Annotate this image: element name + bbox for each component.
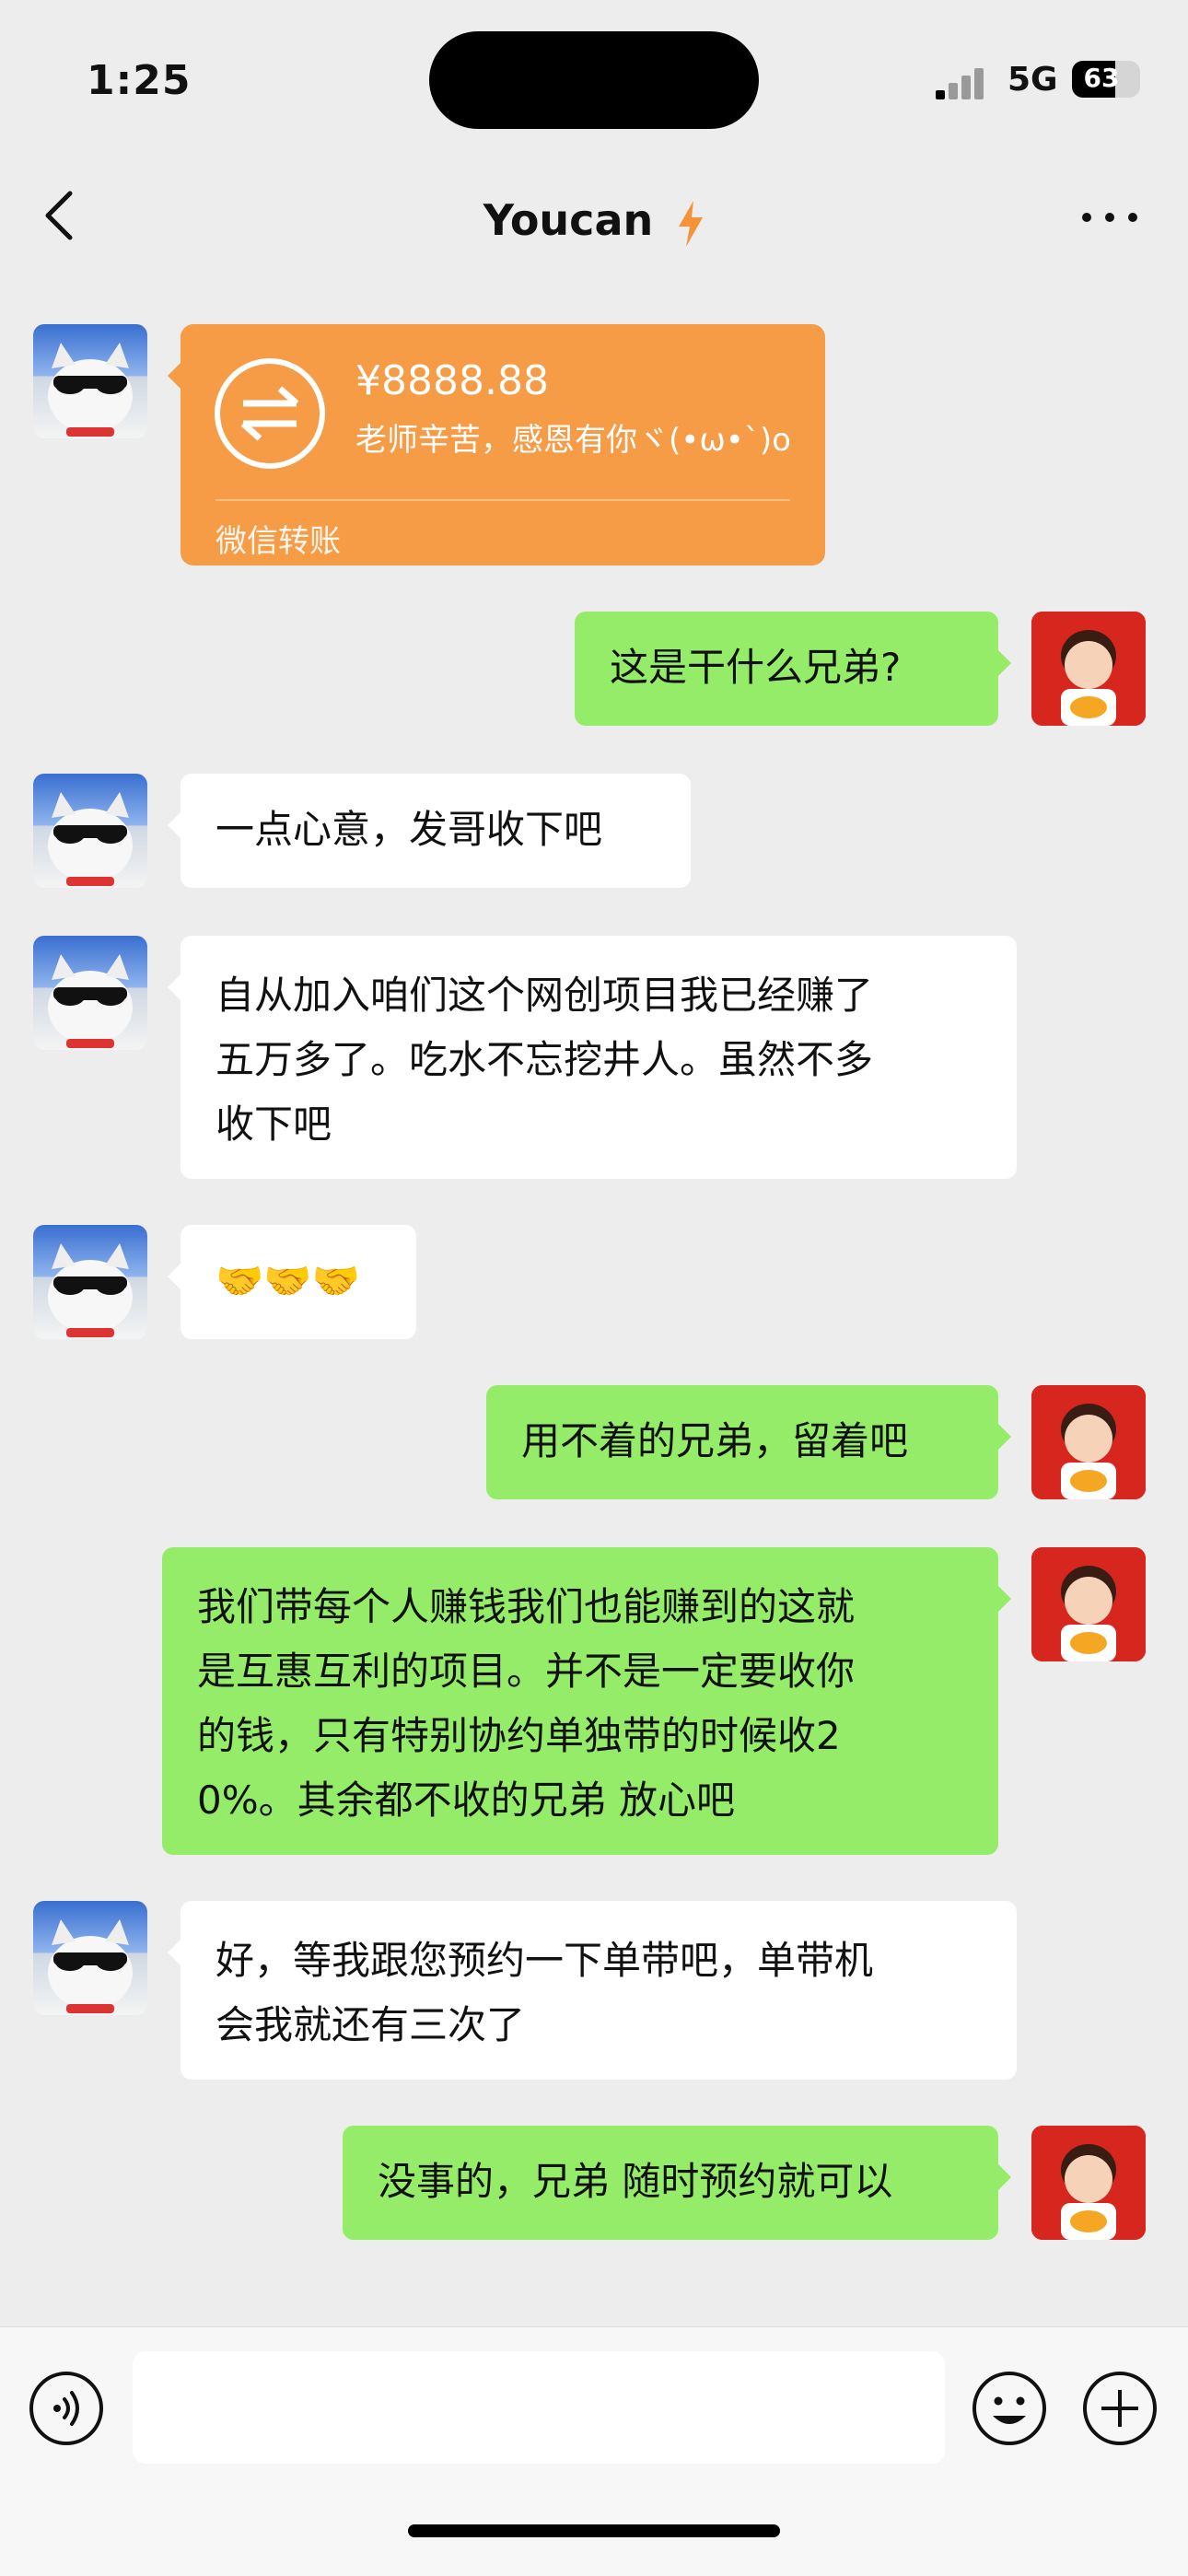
- battery-percent: 63: [1083, 63, 1120, 93]
- voice-icon[interactable]: [28, 2370, 105, 2447]
- my-avatar[interactable]: [1031, 1547, 1146, 1661]
- my-avatar[interactable]: [1031, 612, 1146, 726]
- contact-avatar[interactable]: [33, 1225, 147, 1339]
- message-line: 的钱，只有特别协约单独带的时候收2: [197, 1713, 841, 1758]
- status-time: 1:25: [87, 57, 192, 104]
- cat-sunglasses-icon: [48, 954, 133, 1048]
- battery-icon: 63: [1072, 61, 1140, 98]
- status-bar: 1:25 5G 63: [0, 0, 1188, 157]
- message-line: 自从加入咱们这个网创项目我已经赚了: [215, 973, 874, 1018]
- message-bubble[interactable]: 好，等我跟您预约一下单带吧，单带机 会我就还有三次了: [168, 1901, 1017, 2080]
- message-text: 用不着的兄弟，留着吧: [521, 1418, 909, 1463]
- dynamic-island: [429, 31, 759, 129]
- chat-header: Youcan: [0, 157, 1188, 276]
- transfer-note: 老师辛苦，感恩有你ヾ(•ω•`)o: [355, 422, 791, 459]
- my-avatar[interactable]: [1031, 1385, 1146, 1499]
- cat-sunglasses-icon: [48, 792, 133, 886]
- message-line: 收下吧: [215, 1102, 332, 1147]
- transfer-amount: ¥8888.88: [355, 357, 549, 404]
- handshake-emoji-text: 🤝🤝🤝: [215, 1258, 360, 1303]
- lightning-icon: [679, 200, 704, 247]
- message-bubble[interactable]: 🤝🤝🤝: [168, 1225, 416, 1339]
- cartoon-boy-icon: [1031, 2126, 1146, 2240]
- cartoon-boy-icon: [1031, 1385, 1146, 1499]
- message-bubble[interactable]: 没事的，兄弟 随时预约就可以: [343, 2126, 1011, 2240]
- contact-avatar[interactable]: [33, 1901, 147, 2015]
- transfer-divider: [215, 499, 790, 501]
- message-text: 没事的，兄弟 随时预约就可以: [378, 2159, 893, 2204]
- cat-sunglasses-icon: [48, 343, 133, 437]
- cat-sunglasses-icon: [48, 1243, 133, 1337]
- contact-avatar[interactable]: [33, 324, 147, 438]
- message-line: 好，等我跟您预约一下单带吧，单带机: [215, 1938, 874, 1983]
- chat-title: Youcan: [0, 195, 1188, 247]
- transfer-label: 微信转账: [215, 523, 341, 560]
- message-line: 我们带每个人赚钱我们也能赚到的这就: [197, 1584, 856, 1629]
- network-type: 5G: [1007, 61, 1058, 99]
- message-bubble[interactable]: 自从加入咱们这个网创项目我已经赚了 五万多了。吃水不忘挖井人。虽然不多 收下吧: [168, 936, 1017, 1179]
- my-avatar[interactable]: [1031, 2126, 1146, 2240]
- message-line: 会我就还有三次了: [215, 2002, 526, 2047]
- plus-icon[interactable]: [1081, 2370, 1159, 2447]
- message-bubble[interactable]: 一点心意，发哥收下吧: [168, 774, 691, 888]
- message-bubble[interactable]: 这是干什么兄弟?: [575, 612, 1011, 726]
- more-dots-icon[interactable]: [1077, 199, 1142, 236]
- message-line: 0%。其余都不收的兄弟 放心吧: [197, 1778, 735, 1823]
- signal-icon: [936, 66, 987, 99]
- cat-sunglasses-icon: [48, 1919, 133, 2013]
- message-line: 五万多了。吃水不忘挖井人。虽然不多: [215, 1037, 874, 1082]
- contact-avatar[interactable]: [33, 774, 147, 888]
- emoji-icon[interactable]: [971, 2370, 1048, 2447]
- message-input[interactable]: [133, 2351, 945, 2464]
- cartoon-boy-icon: [1031, 612, 1146, 726]
- message-bubble[interactable]: 我们带每个人赚钱我们也能赚到的这就 是互惠互利的项目。并不是一定要收你 的钱，只…: [162, 1547, 1011, 1855]
- contact-avatar[interactable]: [33, 936, 147, 1050]
- message-text: 这是干什么兄弟?: [610, 645, 902, 690]
- transfer-arrows-icon: [215, 358, 325, 469]
- cartoon-boy-icon: [1031, 1547, 1146, 1661]
- message-text: 一点心意，发哥收下吧: [215, 807, 603, 852]
- chat-title-text: Youcan: [483, 195, 654, 245]
- home-indicator: [408, 2524, 780, 2537]
- input-bar: [0, 2326, 1188, 2576]
- message-line: 是互惠互利的项目。并不是一定要收你: [197, 1649, 856, 1694]
- transfer-card[interactable]: ¥8888.88 老师辛苦，感恩有你ヾ(•ω•`)o 微信转账: [168, 324, 825, 565]
- message-bubble[interactable]: 用不着的兄弟，留着吧: [486, 1385, 1011, 1499]
